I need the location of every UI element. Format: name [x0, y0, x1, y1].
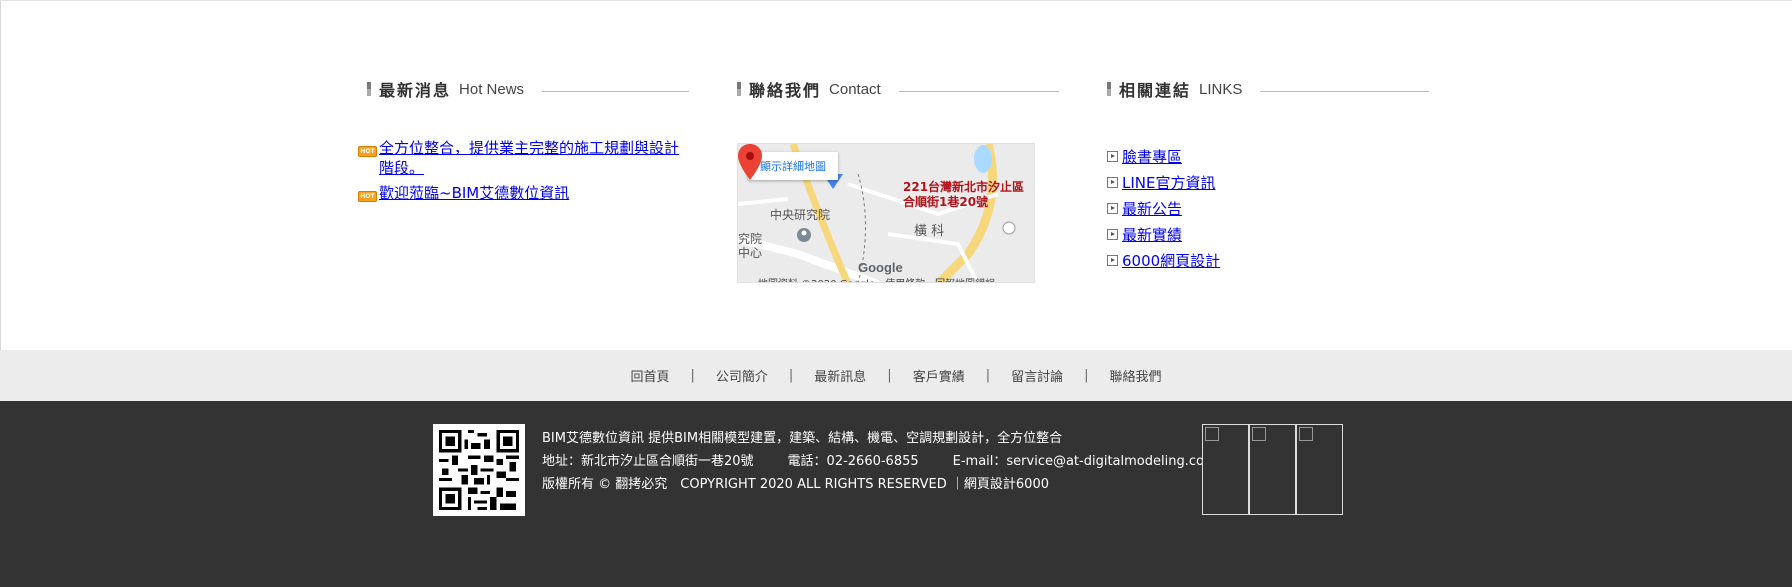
section-bar-icon: [367, 82, 371, 96]
section-bar-icon: [1107, 82, 1111, 96]
nav-separator: |: [985, 368, 991, 383]
broken-image-icon[interactable]: [1249, 424, 1296, 515]
map-label: 橫 科: [914, 224, 945, 239]
google-logo: Google: [858, 260, 903, 275]
footer-nav: 回首頁 | 公司簡介 | 最新訊息 | 客戶實績 | 留言討論 | 聯絡我們: [0, 350, 1792, 401]
nav-separator: |: [1084, 368, 1089, 383]
links-header: 相關連結 LINKS: [1107, 77, 1429, 101]
arrow-box-icon: [1107, 254, 1118, 266]
map-attribution[interactable]: 地圖資料 ©2020 Google 使用條款 回報地圖錯誤: [758, 275, 995, 282]
broken-image-icon[interactable]: [1202, 424, 1249, 515]
embedded-map[interactable]: 顯示詳細地圖 221台灣新北市汐止區合順街1巷20號 中央研究院 橫 科 究院 …: [737, 143, 1035, 283]
nav-contact[interactable]: 聯絡我們: [1110, 366, 1162, 385]
news-list: HOT 全方位整合，提供業主完整的施工規劃與設計階段。 HOT 歡迎蒞臨~BIM…: [358, 138, 688, 208]
links-list: 臉書專區 LINE官方資訊 最新公告 最新實績 6000網頁設計: [1107, 143, 1220, 273]
nav-projects[interactable]: 客戶實績: [913, 366, 965, 385]
link-line[interactable]: LINE官方資訊: [1122, 172, 1215, 193]
divider: [898, 90, 1059, 92]
footer-email: E-mail：service@at-digitalmodeling.com: [952, 454, 1217, 469]
links-section: 相關連結 LINKS 臉書專區 LINE官方資訊 最新公告 最新實績 6000網…: [1107, 77, 1429, 270]
nav-guestbook[interactable]: 留言討論: [1011, 366, 1063, 385]
hot-badge-icon: HOT: [358, 146, 377, 157]
footer-address: 地址：新北市汐止區合順街一巷20號: [542, 454, 754, 469]
hot-badge-icon: HOT: [358, 191, 377, 202]
news-header: 最新消息 Hot News: [367, 77, 689, 101]
arrow-box-icon: [1107, 176, 1118, 188]
nav-separator: |: [887, 368, 892, 383]
contact-section: 聯絡我們 Contact 顯示詳細地圖 221台灣新北市汐止區合順街1巷20號 …: [737, 77, 1059, 283]
list-item: HOT 全方位整合，提供業主完整的施工規劃與設計階段。: [358, 138, 688, 178]
footer-info: BIM艾德數位資訊 提供BIM相關模型建置，建築、結構、機電、空調規劃設計，全方…: [542, 427, 1217, 496]
link-6000-web-design[interactable]: 6000網頁設計: [1122, 250, 1220, 271]
arrow-box-icon: [1107, 150, 1118, 162]
nav-about[interactable]: 公司簡介: [716, 366, 768, 385]
nav-separator: |: [690, 368, 695, 383]
contact-header: 聯絡我們 Contact: [737, 77, 1059, 101]
news-link-1[interactable]: 全方位整合，提供業主完整的施工規劃與設計階段。: [379, 138, 688, 178]
news-section: 最新消息 Hot News HOT 全方位整合，提供業主完整的施工規劃與設計階段…: [358, 77, 689, 202]
contact-title-en: Contact: [829, 80, 881, 98]
link-projects[interactable]: 最新實績: [1122, 224, 1182, 245]
site-footer: BIM艾德數位資訊 提供BIM相關模型建置，建築、結構、機電、空調規劃設計，全方…: [0, 401, 1792, 587]
content-area: 最新消息 Hot News HOT 全方位整合，提供業主完整的施工規劃與設計階段…: [0, 0, 1792, 350]
list-item: 6000網頁設計: [1107, 247, 1220, 273]
links-title: 相關連結: [1119, 81, 1192, 100]
nav-home[interactable]: 回首頁: [630, 366, 669, 385]
nav-separator: |: [788, 368, 794, 383]
list-item: 最新公告: [1107, 195, 1220, 221]
list-item: 臉書專區: [1107, 143, 1220, 169]
news-link-2[interactable]: 歡迎蒞臨~BIM艾德數位資訊: [379, 183, 569, 203]
contact-title: 聯絡我們: [749, 81, 822, 100]
partner-logos: [1202, 424, 1343, 515]
footer-contact-line: 地址：新北市汐止區合順街一巷20號 電話：02-2660-6855 E-mail：s…: [542, 450, 1217, 473]
broken-image-icon[interactable]: [1296, 424, 1343, 515]
map-label: 中央研究院: [770, 208, 831, 222]
list-item: HOT 歡迎蒞臨~BIM艾德數位資訊: [358, 183, 688, 203]
link-announcements[interactable]: 最新公告: [1122, 198, 1182, 219]
arrow-box-icon: [1107, 202, 1118, 214]
divider: [1260, 90, 1429, 92]
footer-copyright: 版權所有 © 翻拷必究 COPYRIGHT 2020 ALL RIGHTS RE…: [542, 477, 1049, 492]
map-pin-icon: [738, 144, 762, 180]
nav-news[interactable]: 最新訊息: [814, 366, 866, 385]
news-title-en: Hot News: [459, 80, 525, 98]
arrow-box-icon: [1107, 228, 1118, 240]
section-bar-icon: [737, 82, 741, 96]
list-item: 最新實績: [1107, 221, 1220, 247]
map-address: 221台灣新北市汐止區合順街1巷20號: [903, 180, 1025, 209]
link-facebook[interactable]: 臉書專區: [1122, 146, 1182, 167]
news-title: 最新消息: [379, 81, 452, 100]
map-label: 中心: [738, 246, 763, 260]
links-title-en: LINKS: [1199, 80, 1243, 98]
footer-description: BIM艾德數位資訊 提供BIM相關模型建置，建築、結構、機電、空調規劃設計，全方…: [542, 431, 1063, 446]
footer-phone: 電話：02-2660-6855: [787, 454, 919, 469]
qr-code-icon: [433, 424, 525, 516]
list-item: LINE官方資訊: [1107, 169, 1220, 195]
divider: [542, 90, 689, 92]
